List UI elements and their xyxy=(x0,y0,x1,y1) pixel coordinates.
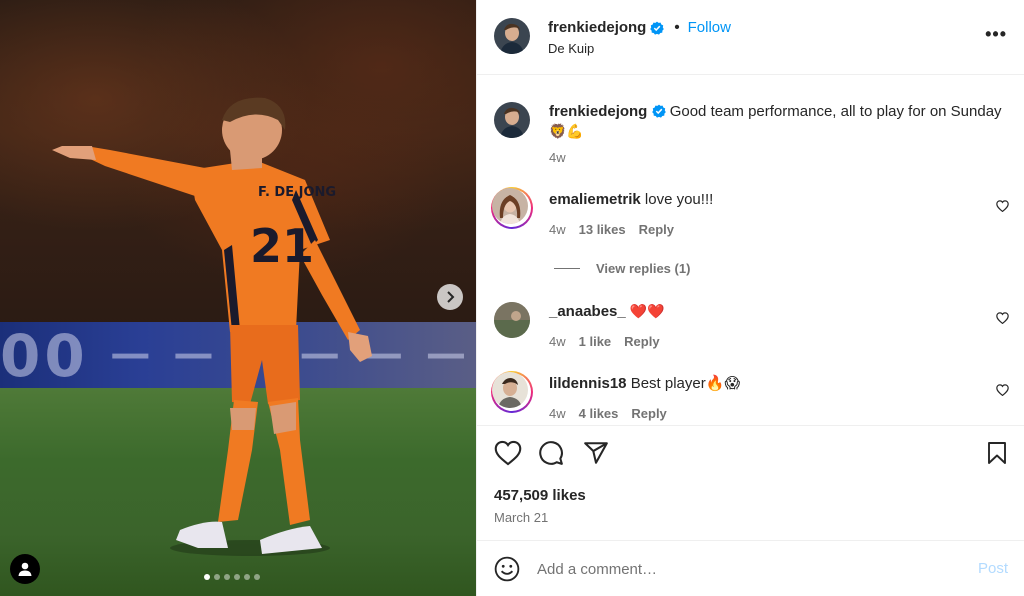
comment-time: 4w xyxy=(549,334,566,349)
view-replies-button[interactable]: View replies (1) xyxy=(554,261,690,276)
comment-meta: 4w 4 likes Reply xyxy=(549,406,667,421)
comment-body: _anaabes_ ❤️❤️ xyxy=(549,302,969,322)
save-icon[interactable] xyxy=(985,440,1009,466)
caption-emojis: 🦁💪 xyxy=(549,124,584,140)
heart-icon[interactable] xyxy=(996,200,1009,212)
carousel-dot xyxy=(214,574,220,580)
verified-badge-icon xyxy=(651,104,666,118)
like-heart-icon[interactable] xyxy=(494,440,522,466)
comment-username[interactable]: emaliemetrik xyxy=(549,191,641,208)
commenter-avatar xyxy=(492,188,528,224)
reply-button[interactable]: Reply xyxy=(624,334,659,349)
comment-icon[interactable] xyxy=(538,440,564,466)
carousel-indicator xyxy=(204,574,260,580)
jersey-name: F. DE JONG xyxy=(258,185,336,200)
comment-item: _anaabes_ ❤️❤️ 4w 1 like Reply xyxy=(494,302,1014,362)
post-comment-button[interactable]: Post xyxy=(978,560,1008,577)
author-avatar[interactable] xyxy=(494,18,530,54)
comment-text: love you!!! xyxy=(644,191,714,208)
separator-dot: • xyxy=(674,19,680,36)
comment-text: Best player🔥😱 xyxy=(630,375,741,392)
comment-body: lildennis18 Best player🔥😱 xyxy=(549,374,969,394)
user-tag-icon xyxy=(18,562,32,576)
comment-item: emaliemetrik love you!!! 4w 13 likes Rep… xyxy=(491,187,1014,260)
commenter-avatar xyxy=(492,372,528,408)
caption-author-avatar[interactable] xyxy=(494,102,530,138)
post-header: frenkiedejong • Follow De Kuip ••• xyxy=(477,0,1024,75)
comment-time: 4w xyxy=(549,222,566,237)
view-replies-label: View replies (1) xyxy=(596,261,691,276)
author-username[interactable]: frenkiedejong xyxy=(548,19,646,36)
heart-icon[interactable] xyxy=(996,384,1009,396)
comment-likes[interactable]: 13 likes xyxy=(579,222,626,237)
caption-time: 4w xyxy=(549,150,566,165)
next-arrow-button[interactable] xyxy=(437,284,463,310)
more-options-icon[interactable]: ••• xyxy=(985,24,1007,44)
add-comment-bar: Post xyxy=(477,540,1024,596)
author-name-row: frenkiedejong • Follow xyxy=(548,19,731,36)
share-icon[interactable] xyxy=(583,440,609,466)
likes-count[interactable]: 457,509 likes xyxy=(494,487,586,504)
author-avatar-image xyxy=(494,18,530,54)
user-tag-button[interactable] xyxy=(10,554,40,584)
carousel-dot xyxy=(204,574,210,580)
comment-item: lildennis18 Best player🔥😱 4w 4 likes Rep… xyxy=(491,371,1014,425)
comments-list: frenkiedejong Good team performance, all… xyxy=(477,76,1024,425)
caption-username[interactable]: frenkiedejong xyxy=(549,103,647,120)
carousel-dot xyxy=(244,574,250,580)
story-ring[interactable] xyxy=(491,371,533,413)
commenter-avatar[interactable] xyxy=(494,302,530,338)
carousel-dot xyxy=(234,574,240,580)
carousel-dot xyxy=(224,574,230,580)
post-side-panel: frenkiedejong • Follow De Kuip ••• frenk… xyxy=(476,0,1024,596)
emoji-icon[interactable] xyxy=(494,556,520,582)
story-ring[interactable] xyxy=(491,187,533,229)
next-arrow-icon xyxy=(447,291,455,303)
carousel-dot xyxy=(254,574,260,580)
comment-time: 4w xyxy=(549,406,566,421)
replies-divider xyxy=(554,268,580,269)
caption-text: Good team performance, all to play for o… xyxy=(669,103,1002,120)
commenter-avatar-image xyxy=(494,302,530,338)
follow-button[interactable]: Follow xyxy=(688,19,731,36)
post-media[interactable]: 00 ─ ─ ─ ─ ─ ─ ─ Heineken F. DE JONG 21 xyxy=(0,0,476,596)
reply-button[interactable]: Reply xyxy=(631,406,666,421)
post-location[interactable]: De Kuip xyxy=(548,41,594,56)
comment-username[interactable]: lildennis18 xyxy=(549,375,627,392)
player-figure: F. DE JONG 21 xyxy=(52,97,372,556)
caption-avatar-image xyxy=(494,102,530,138)
comment-likes[interactable]: 1 like xyxy=(579,334,612,349)
commenter-avatar-image xyxy=(492,188,528,224)
comment-body: emaliemetrik love you!!! xyxy=(549,190,969,210)
caption-meta: 4w xyxy=(549,150,566,165)
reply-button[interactable]: Reply xyxy=(639,222,674,237)
caption: frenkiedejong Good team performance, all… xyxy=(494,102,1014,172)
comment-meta: 4w 13 likes Reply xyxy=(549,222,674,237)
comment-input[interactable] xyxy=(537,555,957,583)
comment-username[interactable]: _anaabes_ xyxy=(549,303,626,320)
post-actions: 457,509 likes March 21 xyxy=(477,425,1024,540)
comment-likes[interactable]: 4 likes xyxy=(579,406,619,421)
post-date: March 21 xyxy=(494,510,549,525)
caption-body: frenkiedejong Good team performance, all… xyxy=(549,102,1019,142)
heart-icon[interactable] xyxy=(996,312,1009,324)
comment-meta: 4w 1 like Reply xyxy=(549,334,660,349)
commenter-avatar-image xyxy=(492,372,528,408)
comment-text: ❤️❤️ xyxy=(629,304,665,320)
verified-badge-icon xyxy=(650,21,665,35)
jersey-number: 21 xyxy=(250,219,314,273)
